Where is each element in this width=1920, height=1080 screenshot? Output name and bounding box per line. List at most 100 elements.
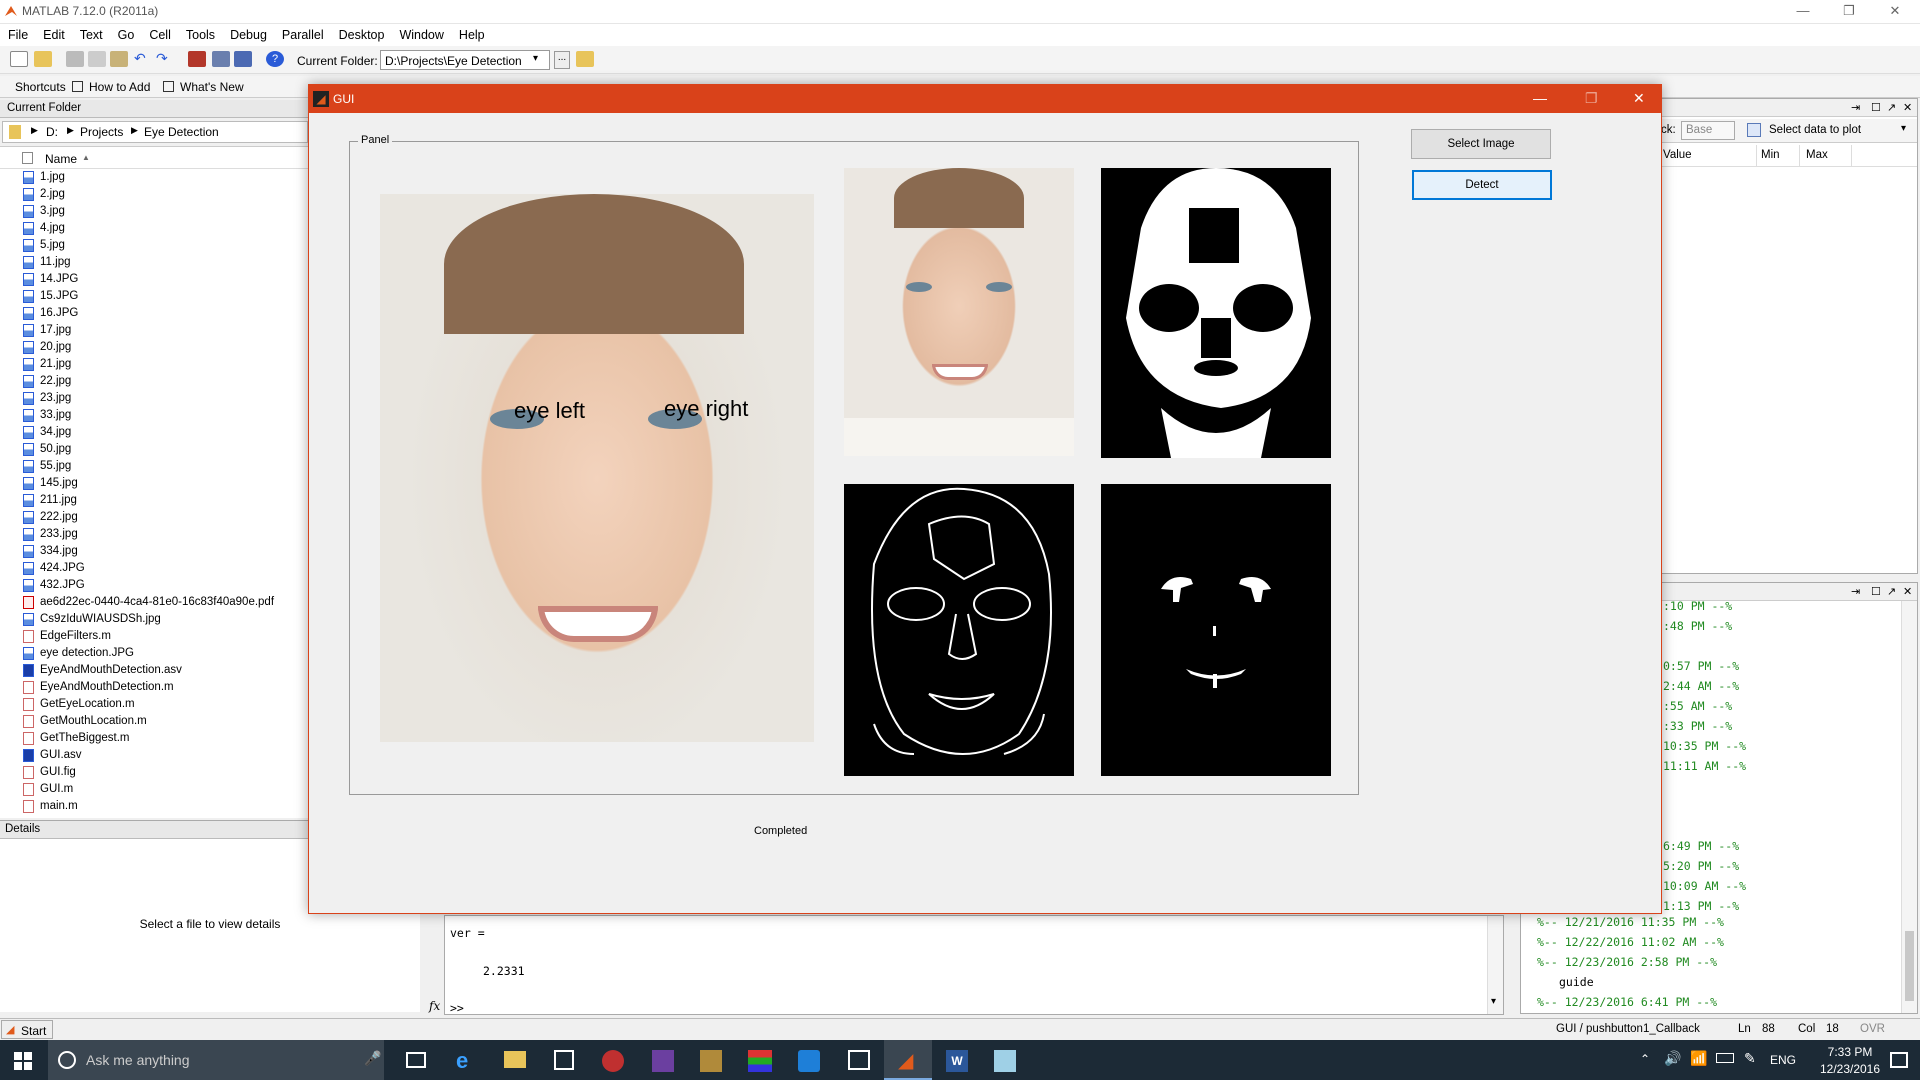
messenger-icon[interactable] xyxy=(798,1050,820,1072)
file-list-item[interactable]: 145.jpg xyxy=(0,475,310,492)
file-list-item[interactable]: EyeAndMouthDetection.asv xyxy=(0,662,310,679)
open-folder-icon[interactable] xyxy=(34,51,52,67)
file-list-item[interactable]: 15.JPG xyxy=(0,288,310,305)
file-list-item[interactable]: 222.jpg xyxy=(0,509,310,526)
app-owl-icon[interactable] xyxy=(602,1050,624,1072)
chevron-right-icon[interactable]: ▶ xyxy=(31,125,38,136)
menu-edit[interactable]: Edit xyxy=(35,24,72,42)
file-list-item[interactable]: GetEyeLocation.m xyxy=(0,696,310,713)
file-list-item[interactable]: 55.jpg xyxy=(0,458,310,475)
close-panel-icon[interactable]: ✕ xyxy=(1903,101,1912,114)
history-entry[interactable]: 10:09 AM --% xyxy=(1663,879,1893,899)
select-image-button[interactable]: Select Image xyxy=(1411,129,1551,159)
plot-icon[interactable] xyxy=(1747,123,1761,137)
maximize-icon[interactable]: ☐ xyxy=(1871,585,1881,598)
undo-icon[interactable]: ↶ xyxy=(134,51,152,67)
history-entry[interactable] xyxy=(1663,819,1893,839)
scrollbar-thumb[interactable] xyxy=(1905,931,1914,1001)
current-folder-combobox[interactable]: D:\Projects\Eye Detection ▾ xyxy=(380,50,550,70)
file-list-item[interactable]: 50.jpg xyxy=(0,441,310,458)
history-entry[interactable]: :55 AM --% xyxy=(1663,699,1893,719)
file-list-item[interactable]: GUI.m xyxy=(0,781,310,798)
history-scrollbar[interactable] xyxy=(1901,601,1917,1013)
matlab-taskbar-button[interactable]: ◢ xyxy=(884,1040,932,1080)
value-column-header[interactable]: Value xyxy=(1663,149,1692,161)
gui-maximize-button[interactable]: ❐ xyxy=(1585,90,1598,107)
pin-icon[interactable]: ↗ xyxy=(1887,585,1896,598)
volume-icon[interactable]: 🔊 xyxy=(1664,1050,1681,1067)
menu-debug[interactable]: Debug xyxy=(222,24,274,42)
up-folder-icon[interactable] xyxy=(576,51,594,67)
menu-parallel[interactable]: Parallel xyxy=(274,24,331,42)
menu-desktop[interactable]: Desktop xyxy=(331,24,392,42)
menu-cell[interactable]: Cell xyxy=(141,24,178,42)
menu-help[interactable]: Help xyxy=(451,24,492,42)
wifi-icon[interactable]: 📶 xyxy=(1690,1050,1707,1067)
chevron-down-icon[interactable]: ▾ xyxy=(533,53,538,64)
menu-file[interactable]: File xyxy=(0,24,35,42)
file-list-item[interactable]: GetMouthLocation.m xyxy=(0,713,310,730)
microphone-icon[interactable]: 🎤 xyxy=(364,1050,381,1067)
file-list-item[interactable]: 34.jpg xyxy=(0,424,310,441)
history-entry[interactable] xyxy=(1663,779,1893,799)
profiler-icon[interactable] xyxy=(234,51,252,67)
stack-select[interactable]: Base xyxy=(1681,121,1735,140)
history-entry[interactable]: 2:44 AM --% xyxy=(1663,679,1893,699)
menu-tools[interactable]: Tools xyxy=(178,24,222,42)
menu-text[interactable]: Text xyxy=(72,24,110,42)
history-session-marker[interactable]: %-- 12/21/2016 11:35 PM --% xyxy=(1529,915,1849,935)
min-column-header[interactable]: Min xyxy=(1761,149,1780,161)
max-column-header[interactable]: Max xyxy=(1806,149,1828,161)
function-browser-icon[interactable]: fx xyxy=(429,999,440,1013)
file-list-item[interactable]: 33.jpg xyxy=(0,407,310,424)
file-list-item[interactable]: 11.jpg xyxy=(0,254,310,271)
file-list-item[interactable]: 233.jpg xyxy=(0,526,310,543)
close-button[interactable]: ✕ xyxy=(1872,0,1918,24)
file-list-item[interactable]: GetTheBiggest.m xyxy=(0,730,310,747)
history-session-marker[interactable]: %-- 12/23/2016 6:41 PM --% xyxy=(1529,995,1849,1015)
pen-icon[interactable]: ✎ xyxy=(1744,1050,1756,1067)
maximize-icon[interactable]: ☐ xyxy=(1871,101,1881,114)
chevron-down-icon[interactable]: ▾ xyxy=(1901,123,1906,134)
file-list-item[interactable]: 3.jpg xyxy=(0,203,310,220)
cut-icon[interactable] xyxy=(66,51,84,67)
file-list-item[interactable]: ae6d22ec-0440-4ca4-81e0-16c83f40a90e.pdf xyxy=(0,594,310,611)
edge-browser-icon[interactable]: e xyxy=(456,1048,468,1074)
file-list-item[interactable]: 4.jpg xyxy=(0,220,310,237)
history-entry[interactable]: 5:20 PM --% xyxy=(1663,859,1893,879)
command-window[interactable]: ver = 2.2331 fx >> ▾ xyxy=(429,915,1504,1015)
simulink-icon[interactable] xyxy=(188,51,206,67)
action-center-icon[interactable] xyxy=(1890,1052,1908,1068)
command-prompt[interactable]: >> xyxy=(450,1001,464,1015)
file-list-item[interactable]: 23.jpg xyxy=(0,390,310,407)
undock-icon[interactable]: ⇥ xyxy=(1851,101,1860,114)
file-list-item[interactable]: GUI.fig xyxy=(0,764,310,781)
cortana-search-box[interactable]: Ask me anything 🎤 xyxy=(48,1040,384,1080)
how-to-add-link[interactable]: How to Add xyxy=(89,80,150,94)
file-list-item[interactable]: 334.jpg xyxy=(0,543,310,560)
path-segment[interactable]: Eye Detection xyxy=(144,125,219,139)
word-icon[interactable]: W xyxy=(946,1050,968,1072)
history-entry[interactable]: 0:57 PM --% xyxy=(1663,659,1893,679)
file-list-item[interactable]: GUI.asv xyxy=(0,747,310,764)
menu-window[interactable]: Window xyxy=(391,24,450,42)
history-entry[interactable]: 11:11 AM --% xyxy=(1663,759,1893,779)
history-session-marker[interactable]: %-- 12/22/2016 11:02 AM --% xyxy=(1529,935,1849,955)
history-session-marker[interactable]: %-- 12/23/2016 2:58 PM --% xyxy=(1529,955,1849,975)
detect-button[interactable]: Detect xyxy=(1412,170,1552,200)
history-entry[interactable] xyxy=(1663,639,1893,659)
history-command[interactable]: guide xyxy=(1529,975,1849,995)
folder-address-bar[interactable]: ▶ D: ▶ Projects ▶ Eye Detection xyxy=(2,121,308,143)
file-list-item[interactable]: 21.jpg xyxy=(0,356,310,373)
file-list-item[interactable]: 16.JPG xyxy=(0,305,310,322)
history-entry[interactable]: :48 PM --% xyxy=(1663,619,1893,639)
history-entry[interactable]: 10:35 PM --% xyxy=(1663,739,1893,759)
chevron-down-icon[interactable]: ▾ xyxy=(1491,996,1496,1007)
undock-icon[interactable]: ⇥ xyxy=(1851,585,1860,598)
file-list-item[interactable]: 432.JPG xyxy=(0,577,310,594)
gui-minimize-button[interactable]: — xyxy=(1533,90,1547,106)
file-list-item[interactable]: 1.jpg xyxy=(0,169,310,186)
chevron-right-icon[interactable]: ▶ xyxy=(131,125,138,136)
name-column-header[interactable]: Name xyxy=(45,152,77,166)
command-scrollbar[interactable]: ▾ xyxy=(1487,916,1503,1014)
